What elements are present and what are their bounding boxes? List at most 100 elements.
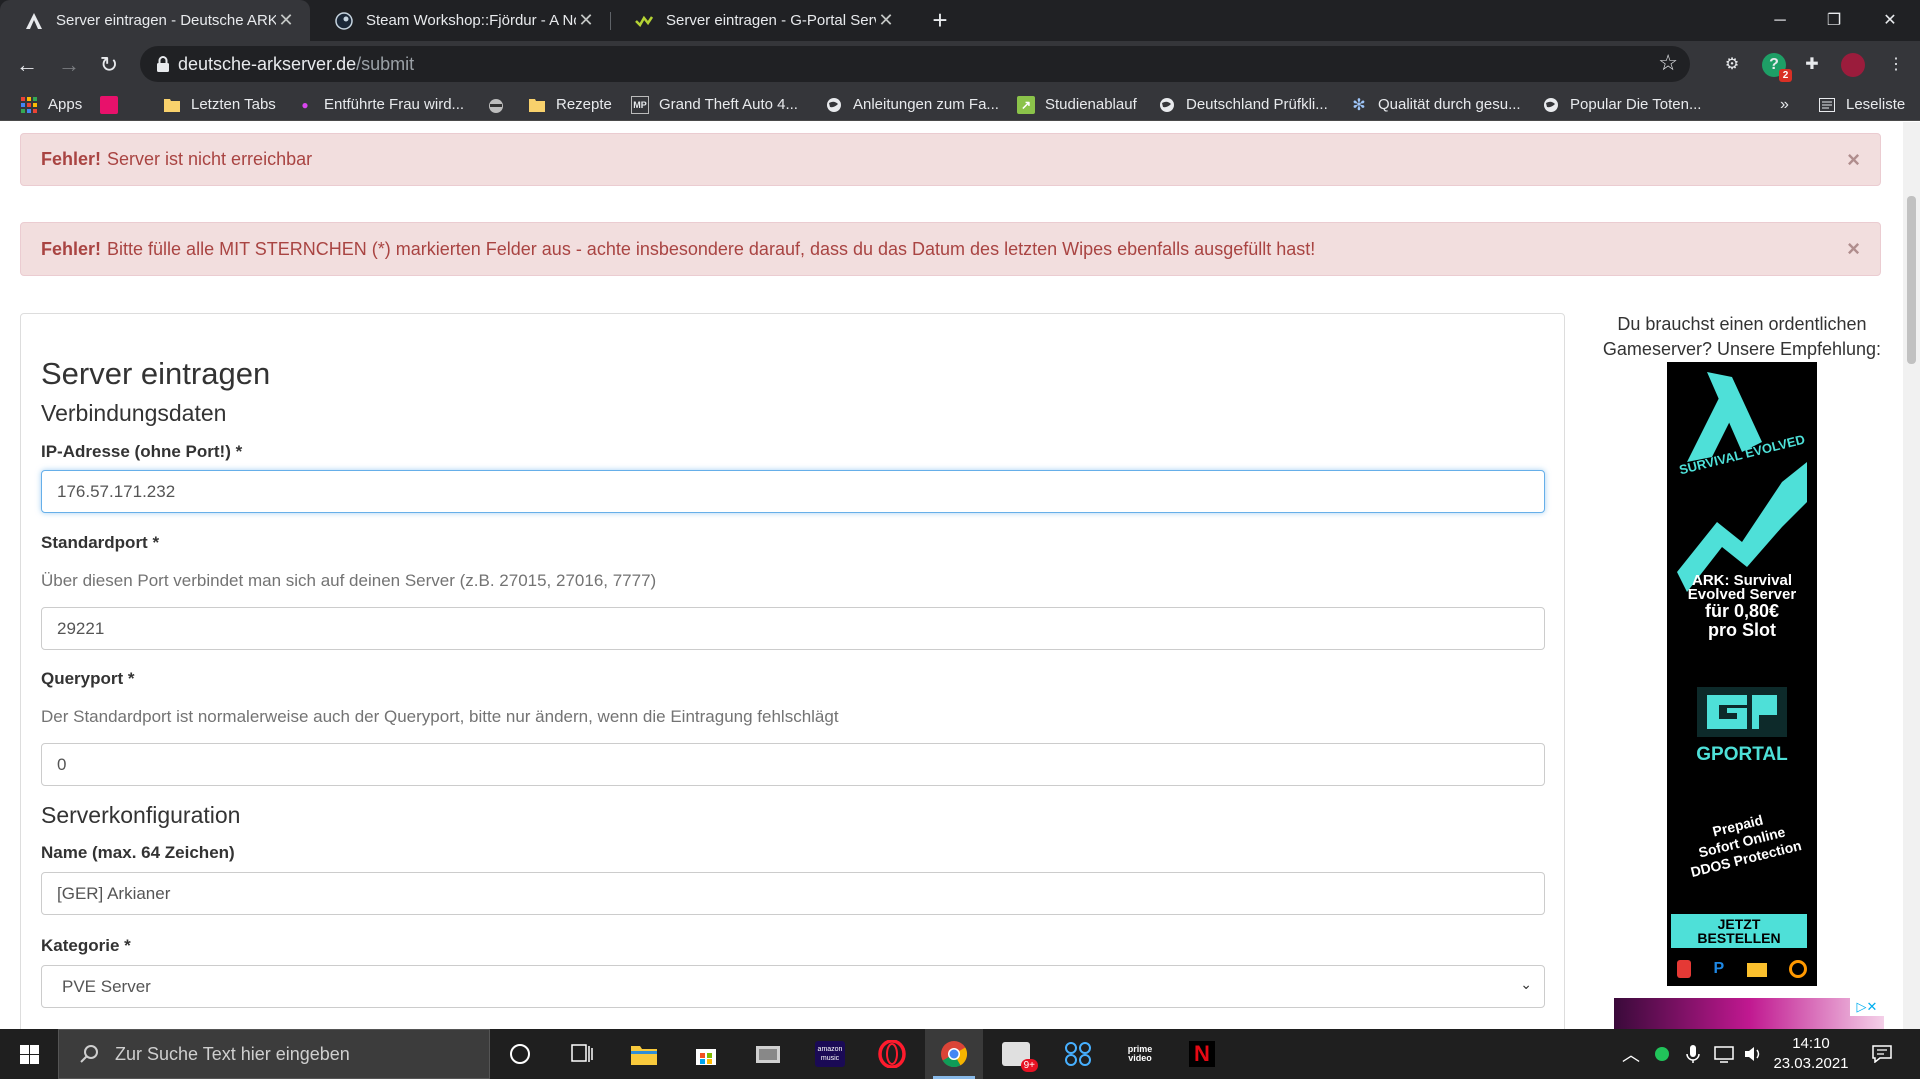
bookmark-star-icon[interactable]: ☆ bbox=[1658, 50, 1678, 76]
standardport-label: Standardport * bbox=[41, 533, 160, 552]
opera-icon[interactable] bbox=[863, 1029, 921, 1079]
bookmarks-overflow-button[interactable]: » bbox=[1780, 88, 1789, 121]
clock-date: 23.03.2021 bbox=[1773, 1055, 1849, 1072]
page-content: Fehler! Server ist nicht erreichbar × Fe… bbox=[0, 122, 1920, 1029]
tab-title: Server eintragen - G-Portal Serve bbox=[666, 12, 876, 29]
address-bar[interactable]: deutsche-arkserver.de/submit ☆ bbox=[140, 46, 1690, 82]
category-select[interactable]: PVE Server ⌄ bbox=[41, 965, 1545, 1008]
browser-toolbar: ← → ↻ deutsche-arkserver.de/submit ☆ ⚙ ?… bbox=[0, 41, 1920, 88]
standardport-input[interactable]: 29221 bbox=[41, 607, 1545, 650]
close-window-button[interactable]: ✕ bbox=[1867, 0, 1913, 41]
bookmark-deutschland[interactable]: Deutschland Prüfkli... bbox=[1158, 88, 1328, 121]
second-ad-banner[interactable]: ▷✕ bbox=[1614, 998, 1884, 1029]
show-hidden-icons[interactable]: ︿ bbox=[1622, 1029, 1640, 1079]
status-dot-icon[interactable] bbox=[1655, 1029, 1669, 1079]
site-icon: ↗ bbox=[1017, 95, 1035, 114]
windows-taskbar: Zur Suche Text hier eingeben amazon music… bbox=[0, 1029, 1920, 1079]
search-icon bbox=[80, 1045, 98, 1063]
forward-icon[interactable]: → bbox=[52, 48, 86, 82]
gear-icon: ✻ bbox=[1352, 96, 1366, 114]
server-name-input[interactable]: [GER] Arkianer bbox=[41, 872, 1545, 915]
bookmark-apps[interactable]: Apps bbox=[20, 88, 82, 121]
bookmark-entfuehrte-frau[interactable]: ● Entführte Frau wird... bbox=[296, 88, 464, 121]
bookmark-rezepte[interactable]: Rezepte bbox=[528, 88, 612, 121]
section-heading-config: Serverkonfiguration bbox=[41, 802, 241, 828]
network-icon[interactable] bbox=[1713, 1029, 1735, 1079]
close-icon[interactable]: × bbox=[1847, 147, 1860, 173]
queryport-label: Queryport * bbox=[41, 669, 135, 688]
bookmark-pink-site[interactable] bbox=[100, 88, 128, 121]
extension-grammar-icon[interactable]: ? 2 bbox=[1762, 53, 1792, 82]
windows-logo-icon bbox=[20, 1045, 39, 1064]
category-label: Kategorie * bbox=[41, 936, 131, 955]
reading-list-icon bbox=[1818, 96, 1836, 114]
app-icon[interactable] bbox=[739, 1029, 797, 1079]
folder-icon bbox=[528, 96, 546, 114]
adchoices-icon[interactable]: ▷✕ bbox=[1850, 998, 1884, 1016]
paypal-icon: P bbox=[1713, 960, 1725, 977]
system-clock[interactable]: 14:10 23.03.2021 bbox=[1771, 1034, 1851, 1074]
tab-title: Server eintragen - Deutsche ARK bbox=[56, 12, 276, 29]
app-icon[interactable] bbox=[1049, 1029, 1107, 1079]
mail-app-icon[interactable]: 9+ bbox=[987, 1029, 1045, 1079]
bookmark-qualitaet[interactable]: ✻ Qualität durch gesu... bbox=[1350, 88, 1520, 121]
back-icon[interactable]: ← bbox=[10, 48, 44, 82]
extension-badge: 2 bbox=[1779, 69, 1792, 82]
puzzle-extensions-icon[interactable]: ✚ bbox=[1800, 53, 1824, 77]
folder-icon bbox=[163, 96, 181, 114]
netflix-icon[interactable]: N bbox=[1173, 1029, 1231, 1079]
cortana-icon[interactable] bbox=[491, 1029, 549, 1079]
file-explorer-icon[interactable] bbox=[615, 1029, 673, 1079]
globe-icon bbox=[1158, 96, 1176, 114]
new-tab-button[interactable]: + bbox=[924, 4, 956, 36]
prime-video-icon[interactable]: prime video bbox=[1111, 1029, 1169, 1079]
ark-favicon bbox=[24, 11, 44, 31]
microsoft-store-icon[interactable] bbox=[677, 1029, 735, 1079]
ad-recommendation-text: Du brauchst einen ordentlichen Gameserve… bbox=[1602, 314, 1882, 359]
bookmark-studienablauf[interactable]: ↗ Studienablauf bbox=[1017, 88, 1137, 121]
raccoon-icon bbox=[487, 96, 505, 114]
tab-steam[interactable]: Steam Workshop::Fjördur - A Nor ✕ bbox=[310, 0, 610, 41]
maximize-button[interactable]: ❐ bbox=[1811, 0, 1857, 41]
menu-kebab-icon[interactable]: ⋮ bbox=[1884, 53, 1908, 77]
close-tab-icon[interactable]: ✕ bbox=[876, 10, 896, 31]
profile-avatar[interactable] bbox=[1841, 53, 1865, 77]
bookmark-gta4[interactable]: MP Grand Theft Auto 4... bbox=[631, 88, 798, 121]
queryport-input[interactable]: 0 bbox=[41, 743, 1545, 786]
volume-icon[interactable] bbox=[1743, 1029, 1763, 1079]
task-view-icon[interactable] bbox=[553, 1029, 611, 1079]
bookmark-anleitungen[interactable]: Anleitungen zum Fa... bbox=[825, 88, 999, 121]
bookmark-raccoon[interactable] bbox=[487, 88, 515, 121]
tab-strip: Server eintragen - Deutsche ARK ✕ Steam … bbox=[0, 0, 1920, 41]
ad-order-button[interactable]: JETZT BESTELLEN bbox=[1671, 914, 1807, 948]
bookmark-letzten-tabs[interactable]: Letzten Tabs bbox=[163, 88, 276, 121]
taskbar-search-box[interactable]: Zur Suche Text hier eingeben bbox=[58, 1029, 490, 1079]
minimize-button[interactable]: ─ bbox=[1757, 0, 1803, 41]
microphone-icon[interactable] bbox=[1686, 1029, 1700, 1079]
tab-ark[interactable]: Server eintragen - Deutsche ARK ✕ bbox=[0, 0, 310, 41]
name-label: Name (max. 64 Zeichen) bbox=[41, 843, 235, 862]
alert-server-unreachable: Fehler! Server ist nicht erreichbar × bbox=[20, 133, 1881, 186]
close-tab-icon[interactable]: ✕ bbox=[276, 10, 296, 31]
mp-icon: MP bbox=[631, 95, 649, 114]
tab-gportal[interactable]: Server eintragen - G-Portal Serve ✕ bbox=[610, 0, 910, 41]
category-selected-value: PVE Server bbox=[62, 977, 151, 996]
alert-required-fields: Fehler! Bitte fülle alle MIT STERNCHEN (… bbox=[20, 222, 1881, 276]
extension-icon[interactable]: ⚙ bbox=[1720, 53, 1744, 77]
close-tab-icon[interactable]: ✕ bbox=[576, 10, 596, 31]
close-icon[interactable]: × bbox=[1847, 236, 1860, 262]
alert-strong: Fehler! bbox=[41, 238, 102, 259]
chrome-icon[interactable] bbox=[925, 1029, 983, 1079]
bookmark-popular[interactable]: Popular Die Toten... bbox=[1542, 88, 1701, 121]
amazon-music-icon[interactable]: amazon music bbox=[801, 1029, 859, 1079]
ip-label: IP-Adresse (ohne Port!) * bbox=[41, 442, 243, 461]
notifications-icon[interactable] bbox=[1872, 1029, 1892, 1079]
gportal-ad-banner[interactable]: SURVIVAL EVOLVED ARK: Survival Evolved S… bbox=[1667, 362, 1817, 986]
ip-address-input[interactable]: 176.57.171.232 bbox=[41, 470, 1545, 513]
alert-strong: Fehler! bbox=[41, 149, 102, 169]
reading-list-button[interactable]: Leseliste bbox=[1818, 88, 1905, 121]
reload-icon[interactable]: ↻ bbox=[92, 48, 126, 82]
page-scrollbar[interactable] bbox=[1903, 122, 1920, 1029]
scrollbar-thumb[interactable] bbox=[1907, 196, 1916, 364]
windows-start-button[interactable] bbox=[0, 1029, 58, 1079]
